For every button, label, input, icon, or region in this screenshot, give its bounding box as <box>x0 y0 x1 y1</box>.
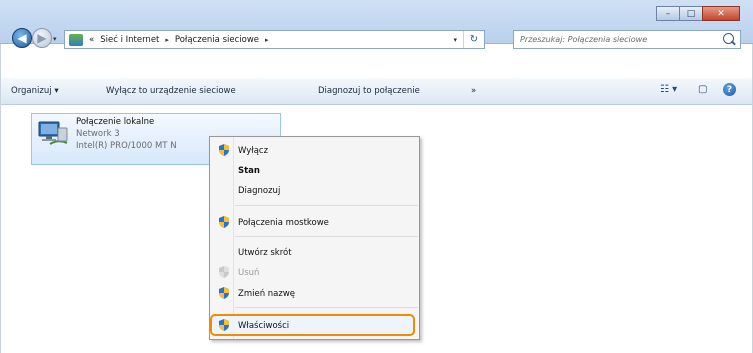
back-button[interactable]: ◀ <box>12 28 32 48</box>
connection-name: Połączenie lokalne <box>76 117 155 127</box>
connection-adapter: Intel(R) PRO/1000 MT N <box>76 141 177 151</box>
forward-arrow-icon: ▶ <box>37 31 47 45</box>
network-adapter-icon <box>38 121 68 145</box>
menu-item-status[interactable]: Stan <box>238 166 260 176</box>
disable-device-button[interactable]: Wyłącz to urządzenie sieciowe <box>106 86 236 96</box>
menu-item-properties[interactable]: Właściwości <box>238 321 289 331</box>
preview-pane-icon[interactable]: ▢ <box>698 84 707 95</box>
menu-separator <box>235 236 418 237</box>
address-bar[interactable]: « Sieć i Internet ▸ Połączenia sieciowe … <box>64 30 485 49</box>
chevron-down-icon: ▾ <box>54 86 59 96</box>
menu-item-rename[interactable]: Zmień nazwę <box>238 289 295 299</box>
menu-item-delete[interactable]: Usuń <box>238 268 259 278</box>
uac-shield-icon <box>219 216 229 228</box>
uac-shield-icon <box>219 266 229 278</box>
breadcrumb-separator-icon[interactable]: ▸ <box>265 36 269 44</box>
caption-buttons: – □ ✕ <box>656 6 740 22</box>
menu-item-diagnose[interactable]: Diagnozuj <box>238 186 280 196</box>
refresh-icon[interactable]: ↻ <box>463 31 484 48</box>
organize-menu[interactable]: Organizuj ▾ <box>11 86 59 96</box>
uac-shield-icon <box>219 319 229 331</box>
search-icon[interactable] <box>723 33 734 44</box>
address-dropdown-icon[interactable]: ▾ <box>453 36 457 44</box>
forward-button[interactable]: ▶ <box>32 28 52 48</box>
change-view-icon[interactable]: ☷ ▾ <box>660 84 677 95</box>
connection-network: Network 3 <box>76 129 120 139</box>
back-arrow-icon: ◀ <box>17 31 27 45</box>
more-commands-button[interactable]: » <box>471 86 476 96</box>
menu-item-create-shortcut[interactable]: Utwórz skrót <box>238 248 292 258</box>
search-input[interactable] <box>514 31 726 48</box>
recent-pages-dropdown[interactable]: ▾ <box>53 35 57 43</box>
uac-shield-icon <box>219 144 229 156</box>
diagnose-connection-button[interactable]: Diagnozuj to połączenie <box>318 86 420 96</box>
close-button[interactable]: ✕ <box>702 6 740 21</box>
network-folder-icon <box>69 33 83 46</box>
organize-label: Organizuj <box>11 86 52 96</box>
breadcrumb-network-internet[interactable]: Sieć i Internet <box>100 35 159 45</box>
context-menu-icon-strip <box>233 137 234 339</box>
maximize-button[interactable]: □ <box>679 6 703 21</box>
menu-separator <box>235 307 418 308</box>
menu-item-bridge-connections[interactable]: Połączenia mostkowe <box>238 218 329 228</box>
command-bar: Organizuj ▾ Wyłącz to urządzenie sieciow… <box>1 78 752 105</box>
menu-item-disable[interactable]: Wyłącz <box>238 146 268 156</box>
menu-separator <box>235 205 418 206</box>
breadcrumb-separator-icon[interactable]: ▸ <box>165 36 169 44</box>
uac-shield-icon <box>219 287 229 299</box>
minimize-button[interactable]: – <box>656 6 680 21</box>
breadcrumb-network-connections[interactable]: Połączenia sieciowe <box>175 35 259 45</box>
help-icon[interactable]: ? <box>723 83 736 96</box>
address-prefix[interactable]: « <box>89 35 94 45</box>
search-box[interactable] <box>513 30 741 49</box>
